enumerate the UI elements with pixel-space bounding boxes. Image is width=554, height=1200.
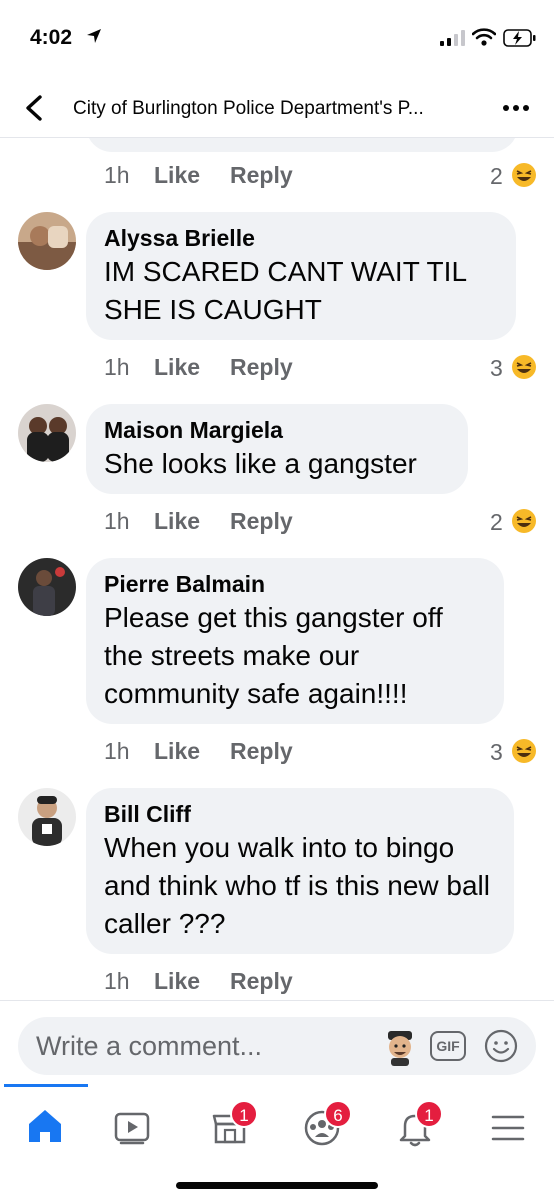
avatar[interactable]	[18, 404, 76, 462]
comment-time: 1h	[104, 162, 130, 188]
like-button[interactable]: Like	[154, 354, 230, 381]
bottom-tab-bar: 1 6 1	[0, 1084, 554, 1200]
like-button[interactable]: Like	[154, 968, 230, 995]
reaction-number: 3	[490, 739, 503, 765]
notification-badge: 1	[230, 1100, 258, 1128]
laughing-emoji-icon	[512, 509, 537, 533]
comment-time: 1h	[104, 508, 130, 534]
reply-button[interactable]: Reply	[230, 508, 293, 535]
laughing-emoji-icon	[512, 355, 537, 379]
tab-marketplace[interactable]: 1	[200, 1096, 260, 1156]
like-button[interactable]: Like	[154, 508, 230, 535]
comment-composer-bar: GIF	[0, 1000, 554, 1084]
comment-text: She looks like a gangster	[104, 448, 417, 479]
comment-bubble[interactable]: Maison Margiela She looks like a gangste…	[86, 404, 468, 494]
comment-actions: 1h Like Reply	[104, 968, 293, 995]
comment-time: 1h	[104, 968, 130, 994]
status-time: 4:02	[30, 26, 73, 49]
comment-text: Please get this gangster off the streets…	[104, 602, 443, 709]
tab-watch[interactable]	[102, 1096, 162, 1156]
commenter-name[interactable]: Bill Cliff	[104, 799, 496, 829]
like-button[interactable]: Like	[154, 162, 230, 189]
comment-actions: 1h Like Reply	[104, 738, 293, 765]
tab-home[interactable]	[15, 1096, 75, 1156]
reaction-number: 2	[490, 509, 503, 535]
wifi-icon	[472, 28, 496, 46]
tab-notifications[interactable]: 1	[385, 1096, 445, 1156]
laughing-emoji-icon	[512, 163, 537, 187]
commenter-name[interactable]: Pierre Balmain	[104, 569, 486, 599]
back-arrow-icon[interactable]	[18, 92, 50, 124]
battery-charging-icon	[503, 29, 536, 47]
home-indicator	[176, 1182, 378, 1189]
comment-actions: 1h Like Reply	[104, 162, 293, 189]
like-button[interactable]: Like	[154, 738, 230, 765]
tab-menu[interactable]	[478, 1096, 538, 1156]
comment-time: 1h	[104, 354, 130, 380]
reply-button[interactable]: Reply	[230, 354, 293, 381]
comment-actions: 1h Like Reply	[104, 354, 293, 381]
notification-badge: 6	[324, 1100, 352, 1128]
reaction-count[interactable]: 2	[490, 508, 537, 536]
comment-actions: 1h Like Reply	[104, 508, 293, 535]
comment-bubble[interactable]: Pierre Balmain Please get this gangster …	[86, 558, 504, 724]
notification-badge: 1	[415, 1100, 443, 1128]
comment-bubble[interactable]	[86, 138, 518, 152]
reply-button[interactable]: Reply	[230, 968, 293, 995]
reaction-count[interactable]: 3	[490, 738, 537, 766]
reaction-count[interactable]: 3	[490, 354, 537, 382]
signal-icon	[440, 30, 465, 46]
active-tab-indicator	[4, 1084, 88, 1087]
comment-composer[interactable]: GIF	[18, 1017, 536, 1075]
avatar[interactable]	[18, 212, 76, 270]
location-arrow-icon	[87, 29, 101, 43]
commenter-name[interactable]: Maison Margiela	[104, 415, 450, 445]
menu-icon	[491, 1115, 525, 1141]
comment-text: When you walk into to bingo and think wh…	[104, 832, 490, 939]
reaction-count[interactable]: 2	[490, 162, 537, 190]
gif-button[interactable]: GIF	[430, 1031, 466, 1061]
home-icon	[29, 1110, 61, 1142]
watch-icon	[114, 1112, 150, 1145]
comments-list: 1h Like Reply 2 Alyssa Brielle IM SCARED C…	[0, 138, 554, 1000]
avatar[interactable]	[18, 788, 76, 846]
commenter-name[interactable]: Alyssa Brielle	[104, 223, 498, 253]
laughing-emoji-icon	[512, 739, 537, 763]
smiley-icon[interactable]	[484, 1029, 518, 1063]
comment-input[interactable]	[36, 1029, 356, 1063]
comment-bubble[interactable]: Bill Cliff When you walk into to bingo a…	[86, 788, 514, 954]
tab-groups[interactable]: 6	[292, 1096, 352, 1156]
reply-button[interactable]: Reply	[230, 162, 293, 189]
avatar-sticker-icon[interactable]	[380, 1027, 420, 1067]
comment-text: IM SCARED CANT WAIT TIL SHE IS CAUGHT	[104, 256, 466, 325]
post-header: City of Burlington Police Department's P…	[0, 80, 554, 138]
reply-button[interactable]: Reply	[230, 738, 293, 765]
reaction-number: 2	[490, 163, 503, 189]
page-title: City of Burlington Police Department's P…	[73, 98, 424, 119]
avatar[interactable]	[18, 558, 76, 616]
comment-time: 1h	[104, 738, 130, 764]
status-bar: 4:02	[0, 0, 554, 80]
comment-bubble[interactable]: Alyssa Brielle IM SCARED CANT WAIT TIL S…	[86, 212, 516, 340]
reaction-number: 3	[490, 355, 503, 381]
more-icon[interactable]	[502, 102, 530, 114]
